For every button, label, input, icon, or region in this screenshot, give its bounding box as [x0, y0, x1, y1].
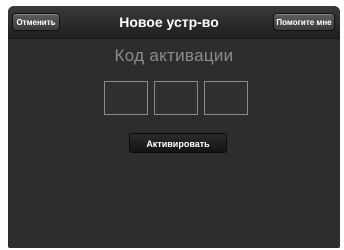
navigation-bar: Отменить Новое устр-во Помогите мне: [8, 6, 340, 39]
help-button[interactable]: Помогите мне: [273, 13, 335, 31]
activation-screen: Отменить Новое устр-во Помогите мне Код …: [8, 6, 340, 248]
code-field-3[interactable]: [204, 81, 248, 115]
page-title: Новое устр-во: [119, 14, 219, 30]
activate-button[interactable]: Активировать: [129, 133, 227, 153]
code-field-1[interactable]: [104, 81, 148, 115]
code-field-2[interactable]: [154, 81, 198, 115]
cancel-button[interactable]: Отменить: [12, 13, 60, 31]
activation-code-heading: Код активации: [114, 46, 234, 65]
